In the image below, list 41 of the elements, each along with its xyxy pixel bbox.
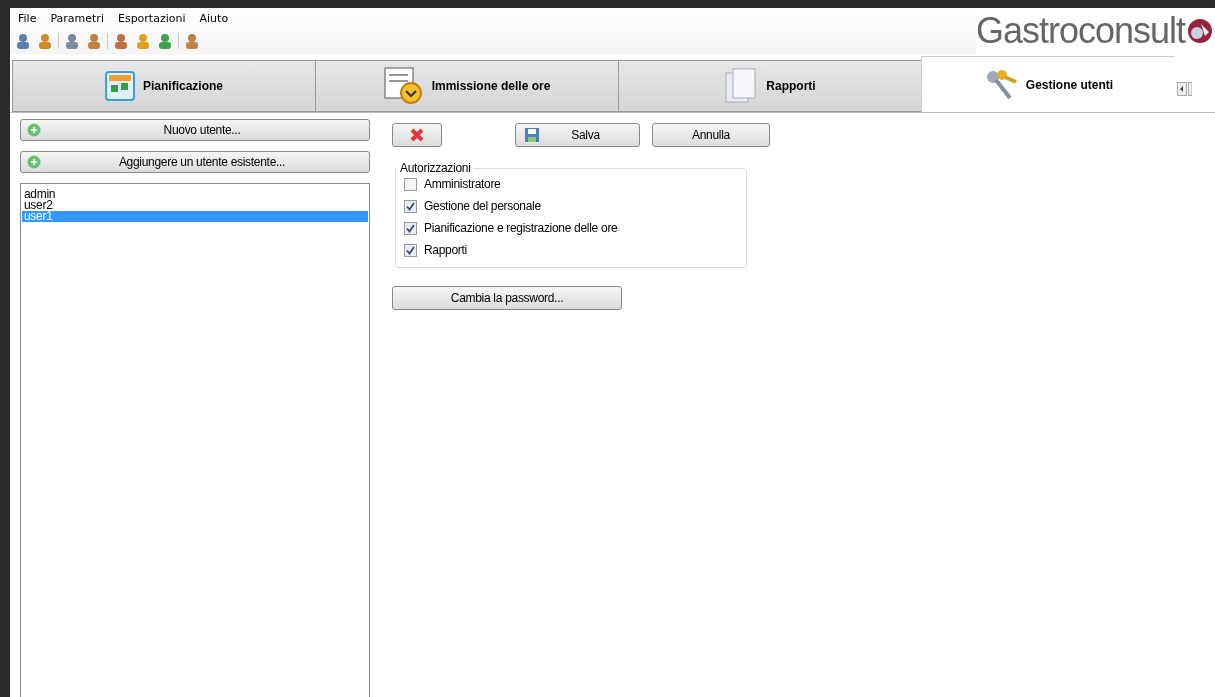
add-user-button[interactable]: Nuovo utente...: [20, 119, 370, 141]
toolbar-icon[interactable]: [63, 32, 81, 50]
change-password-button[interactable]: Cambia la password...: [392, 286, 622, 310]
permission-checkbox[interactable]: Pianificazione e registrazione delle ore: [404, 221, 738, 235]
checkbox[interactable]: [404, 221, 417, 235]
toolbar-icon[interactable]: [112, 32, 130, 50]
permission-checkbox[interactable]: Gestione del personale: [404, 199, 738, 213]
cancel-button[interactable]: Annulla: [652, 123, 770, 147]
checkbox[interactable]: [404, 177, 417, 191]
plus-icon: [27, 123, 41, 137]
add-user-button[interactable]: Aggiungere un utente esistente...: [20, 151, 370, 173]
toolbar-icon[interactable]: [14, 32, 32, 50]
menu-item[interactable]: Esportazioni: [117, 12, 186, 30]
toolbar-icon[interactable]: [85, 32, 103, 50]
tab[interactable]: Immissione delle ore: [315, 60, 618, 112]
menu-item[interactable]: Aiuto: [199, 12, 229, 30]
checkbox[interactable]: [404, 243, 417, 257]
permission-checkbox[interactable]: Amministratore: [404, 177, 738, 191]
permission-checkbox[interactable]: Rapporti: [404, 243, 738, 257]
close-icon: [409, 127, 425, 143]
tab[interactable]: Gestione utenti: [921, 56, 1175, 112]
menu-item[interactable]: Parametri: [50, 12, 104, 30]
menu-item[interactable]: File: [18, 12, 37, 30]
logo-icon: [1187, 18, 1213, 44]
delete-button[interactable]: [392, 123, 442, 147]
toolbar-icon[interactable]: [134, 32, 152, 50]
tab[interactable]: Rapporti: [618, 60, 921, 112]
toolbar-icon[interactable]: [156, 32, 174, 50]
tab[interactable]: Pianificazione: [12, 60, 315, 112]
logo-text: Gastroconsult: [975, 9, 1185, 53]
toolbar-icon[interactable]: [183, 32, 201, 50]
plus-icon: [27, 155, 41, 169]
document-clock-icon: [383, 67, 424, 105]
group-title: Autorizzazioni: [399, 161, 472, 175]
save-button[interactable]: Salva: [515, 123, 640, 147]
user-item[interactable]: admin: [22, 189, 368, 200]
toolbar-icon[interactable]: [36, 32, 54, 50]
calendar-icon: [105, 71, 135, 101]
user-item[interactable]: user2: [22, 200, 368, 211]
documents-icon: [724, 68, 759, 104]
checkbox[interactable]: [404, 199, 417, 213]
